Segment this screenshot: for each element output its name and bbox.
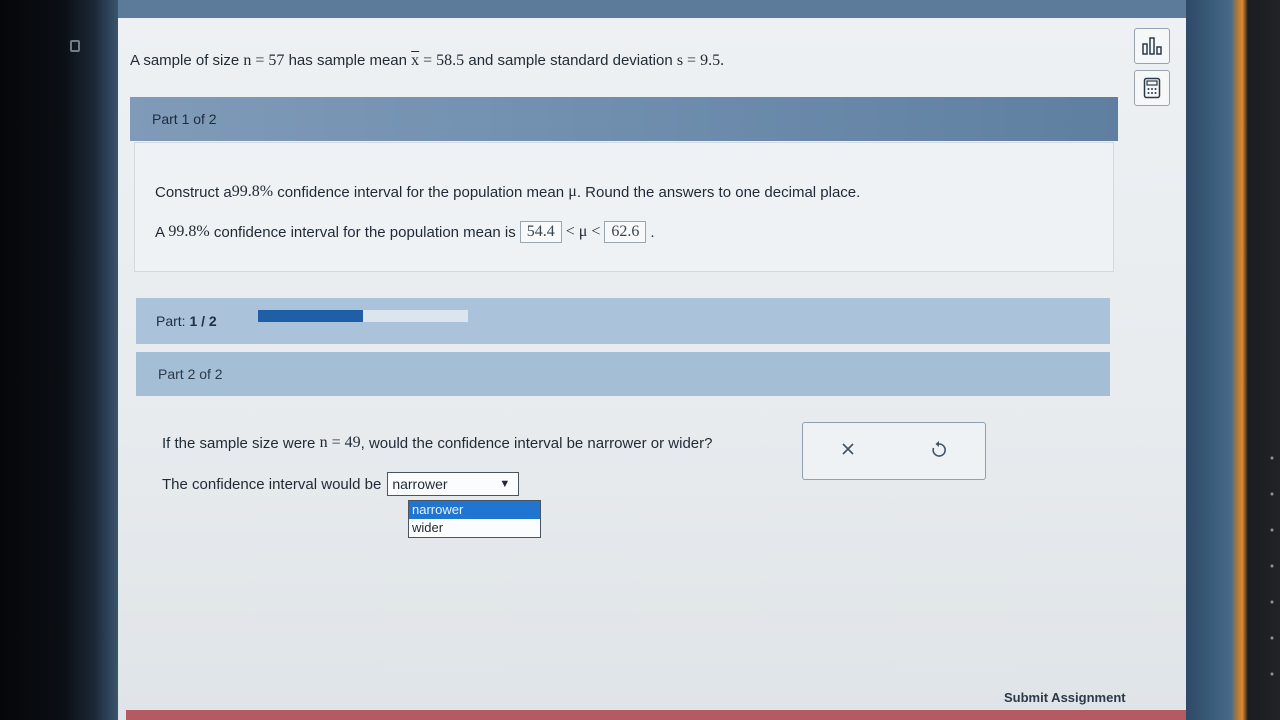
lower-bound-input[interactable]: 54.4 [519,221,562,243]
sample-mean-symbol: x [411,52,420,69]
window-icon [70,40,80,52]
scroll-dots [1270,440,1274,700]
part2-header: Part 2 of 2 [136,352,1110,396]
answer-tools [802,422,986,480]
sample-sd: s = 9.5 [676,52,721,69]
option-wider[interactable]: wider [409,519,540,537]
top-bar [118,0,1186,18]
part1-body: Construct a 99.8% confidence interval fo… [134,142,1114,272]
prompt-text: . Round the answers to one decimal place… [576,183,861,201]
problem-text: and sample standard deviation [464,52,677,69]
part1-prompt: Construct a 99.8% confidence interval fo… [155,183,860,201]
progress-bar [258,310,468,322]
answer-text: A [155,223,169,241]
part2-answer: The confidence interval would be narrowe… [162,472,520,496]
prompt-text: Construct a [155,183,232,201]
monitor-bezel-left [0,0,118,720]
side-panel [1186,0,1280,720]
part1-header: Part 1 of 2 [130,97,1118,141]
sample-size: n = 57 [243,52,285,69]
answer-label: The confidence interval would be [162,475,382,493]
submit-assignment-button[interactable]: Submit Assignment [1004,690,1126,705]
question-text: , would the confidence interval be narro… [360,434,713,452]
part2-title: Part 2 of 2 [158,366,223,382]
progress-value: 1 / 2 [189,313,217,329]
part2-question: If the sample size were n = 49, would th… [162,434,712,452]
problem-text: A sample of size [130,52,244,69]
prompt-text: confidence interval for the population m… [273,183,569,201]
answer-period: . [650,223,655,241]
problem-text: has sample mean [284,52,412,69]
problem-statement: A sample of size n = 57 has sample mean … [130,52,724,70]
progress-band: Part: 1 / 2 [136,298,1110,344]
part1-answer: A 99.8% confidence interval for the popu… [155,221,655,243]
interval-options: narrower wider [408,500,541,538]
confidence-level: 99.8% [231,183,274,200]
mu-symbol: μ [568,183,577,200]
progress-fill [258,310,363,322]
new-sample-size: n = 49 [319,434,361,451]
answer-text: confidence interval for the population m… [209,223,516,241]
select-value: narrower [392,476,448,492]
upper-bound-input[interactable]: 62.6 [604,221,647,243]
question-text: If the sample size were [162,434,320,452]
part1-title: Part 1 of 2 [152,111,217,127]
calculator-icon[interactable] [1134,70,1170,106]
sample-mean-value: = 58.5 [419,52,465,69]
x-icon[interactable] [841,442,855,461]
assignment-page: A sample of size n = 57 has sample mean … [118,0,1186,720]
problem-period: . [720,52,725,69]
option-narrower[interactable]: narrower [409,501,540,519]
progress-label: Part: [156,313,186,329]
bar-chart-icon[interactable] [1134,28,1170,64]
tool-panel [1130,28,1174,116]
chevron-down-icon: ▼ [499,478,511,490]
mu-inequality: < μ < [565,223,601,240]
interval-select[interactable]: narrower ▼ [387,472,520,496]
undo-icon[interactable] [931,440,947,463]
confidence-level: 99.8% [168,223,210,240]
bottom-bar [126,710,1186,720]
